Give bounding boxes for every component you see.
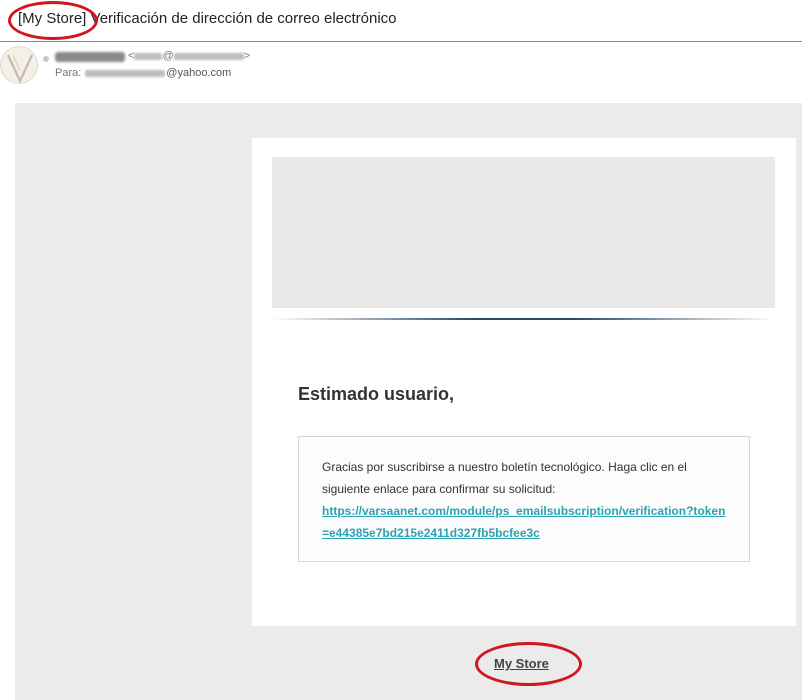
redaction	[85, 69, 166, 77]
sender-logo-icon	[7, 54, 33, 83]
unread-dot-icon	[43, 56, 49, 62]
footer-store-link[interactable]: My Store	[494, 656, 549, 671]
sender-address: < @ >	[128, 50, 250, 62]
email-subject: [My Store] Verificación de dirección de …	[18, 10, 397, 27]
verification-link[interactable]: https://varsaanet.com/module/ps_emailsub…	[322, 500, 727, 544]
sender-avatar[interactable]	[0, 46, 38, 84]
sender-close: >	[243, 50, 251, 62]
message-text: Gracias por suscribirse a nuestro boletí…	[322, 460, 687, 496]
to-label: Para:	[55, 67, 82, 79]
greeting-heading: Estimado usuario,	[298, 384, 455, 404]
subject-text: Verificación de dirección de correo elec…	[86, 10, 397, 27]
to-domain: @yahoo.com	[166, 67, 232, 79]
email-subject-bar: [My Store] Verificación de dirección de …	[0, 0, 802, 42]
header-banner-image	[272, 157, 775, 308]
email-card: Estimado usuario, Gracias por suscribirs…	[252, 138, 796, 626]
redaction	[134, 52, 163, 60]
divider-line	[272, 318, 775, 320]
subject-store-tag: [My Store]	[18, 10, 87, 27]
sender-at: @	[162, 50, 174, 62]
message-box: Gracias por suscribirse a nuestro boletí…	[298, 436, 750, 562]
sender-name-redacted	[55, 52, 125, 62]
redaction	[173, 52, 244, 60]
recipient-line: Para: @yahoo.com	[55, 67, 231, 79]
